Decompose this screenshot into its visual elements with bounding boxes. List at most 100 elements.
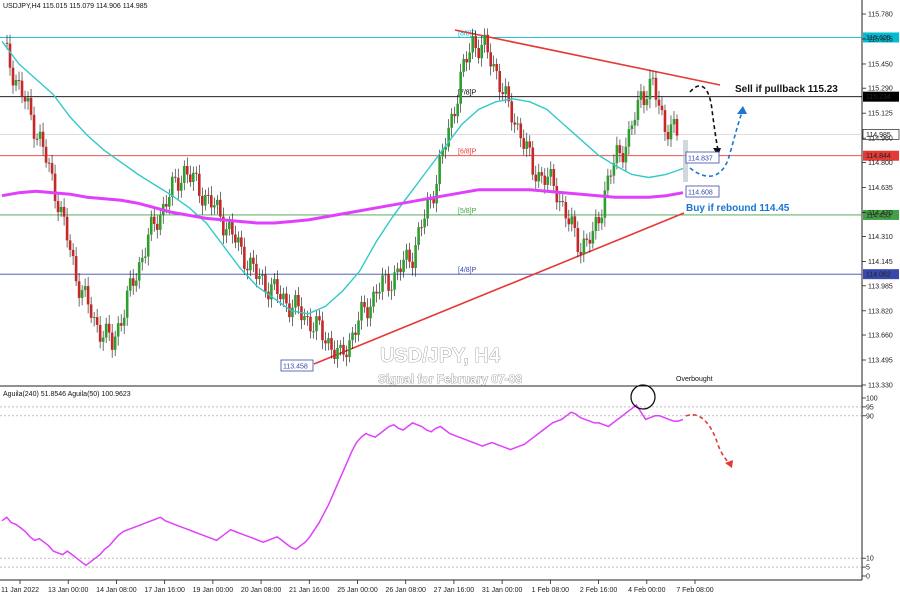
symbol-header: USDJPY,H4 115.015 115.079 114.906 114.98… — [3, 3, 148, 10]
candle-body — [339, 344, 342, 348]
candle-body — [654, 77, 658, 100]
level-price-tag-text: 114.062 — [866, 272, 891, 279]
candle-body — [234, 234, 237, 243]
candle-body — [104, 323, 108, 338]
y-tick-label: 115.125 — [868, 111, 893, 118]
candle-body — [396, 268, 399, 273]
candle-body — [426, 199, 429, 219]
candle-body — [197, 173, 201, 196]
candle-body — [408, 249, 411, 262]
candle-body — [528, 141, 532, 148]
candle-body — [621, 153, 625, 163]
candle-body — [5, 42, 9, 44]
candle-body — [618, 145, 622, 154]
candle-body — [636, 99, 640, 120]
candle-body — [62, 206, 66, 217]
candle-body — [309, 316, 312, 332]
candle-body — [143, 256, 147, 258]
candle-body — [489, 52, 493, 67]
candle-body — [134, 280, 138, 286]
candle-body — [354, 332, 357, 335]
candle-body — [417, 227, 420, 246]
candle-body — [348, 340, 351, 358]
candle-body — [333, 349, 336, 359]
candle-body — [666, 131, 670, 140]
low-box-text: 113.458 — [283, 364, 308, 371]
x-tick-label: 13 Jan 00:00 — [48, 587, 89, 594]
x-tick-label: 17 Jan 16:00 — [144, 587, 185, 594]
chart-watermark-title: USD/JPY, H4 — [380, 345, 501, 367]
candle-body — [282, 293, 285, 300]
candle-body — [345, 354, 348, 358]
candle-body — [516, 123, 520, 125]
osc-tick-label: 10 — [866, 556, 874, 563]
y-tick-label: 113.495 — [868, 358, 893, 365]
candle-body — [492, 63, 496, 67]
candle-body — [122, 317, 126, 326]
candle-body — [558, 201, 562, 203]
candle-body — [23, 96, 27, 102]
candle-body — [321, 320, 324, 341]
candle-body — [639, 91, 643, 100]
candle-body — [468, 52, 471, 63]
y-tick-label: 113.820 — [868, 308, 893, 315]
candle-body — [669, 124, 673, 140]
candle-body — [606, 175, 610, 191]
candle-body — [264, 274, 267, 292]
candle-body — [543, 175, 547, 185]
candle-body — [399, 268, 402, 273]
candle-body — [450, 113, 453, 128]
osc-tick-label: 95 — [866, 404, 874, 411]
y-tick-label: 114.145 — [868, 259, 893, 266]
overbought-label: Overbought — [676, 376, 713, 383]
candle-body — [369, 306, 372, 319]
candle-body — [582, 238, 586, 255]
candle-body — [176, 177, 180, 191]
candle-body — [294, 294, 297, 308]
y-tick-label: 115.290 — [868, 86, 893, 93]
candle-body — [372, 291, 375, 307]
candle-body — [435, 183, 438, 204]
candle-body — [573, 216, 577, 229]
box1-text: 114.837 — [688, 156, 713, 163]
candle-body — [459, 71, 462, 104]
candle-body — [74, 256, 78, 282]
candle-body — [228, 222, 231, 230]
candle-body — [164, 203, 168, 207]
candle-body — [53, 173, 57, 202]
oscillator-line — [1, 404, 684, 567]
candle-body — [600, 217, 604, 224]
candle-body — [594, 216, 598, 231]
candle-body — [402, 259, 405, 273]
candle-body — [80, 290, 84, 298]
candle-body — [393, 272, 396, 290]
candle-body — [182, 165, 186, 183]
candle-body — [8, 43, 12, 68]
candle-body — [26, 97, 30, 102]
candle-body — [131, 278, 135, 286]
candle-body — [291, 307, 294, 318]
candle-body — [540, 172, 544, 176]
price-box-low: 113.458 — [280, 359, 314, 372]
candle-body — [546, 176, 550, 185]
overbought-circle — [630, 384, 656, 410]
osc-tick-label: 5 — [866, 565, 870, 572]
candle-body — [276, 279, 279, 294]
candle-body — [564, 201, 568, 219]
candle-body — [41, 131, 45, 147]
candle-body — [83, 286, 87, 291]
candle-body — [588, 239, 592, 244]
candle-body — [203, 194, 207, 206]
x-tick-label: 14 Jan 08:00 — [96, 587, 137, 594]
candle-body — [258, 275, 261, 280]
candle-body — [237, 237, 240, 243]
candle-body — [167, 197, 171, 207]
candle-body — [255, 263, 258, 280]
y-tick-label: 113.985 — [868, 283, 893, 290]
candle-body — [657, 99, 661, 106]
candle-body — [504, 86, 508, 95]
candle-body — [471, 35, 474, 53]
osc-tick-label: 90 — [866, 413, 874, 420]
price-box-2: 114.608 — [685, 185, 720, 198]
candle-body — [327, 338, 330, 344]
